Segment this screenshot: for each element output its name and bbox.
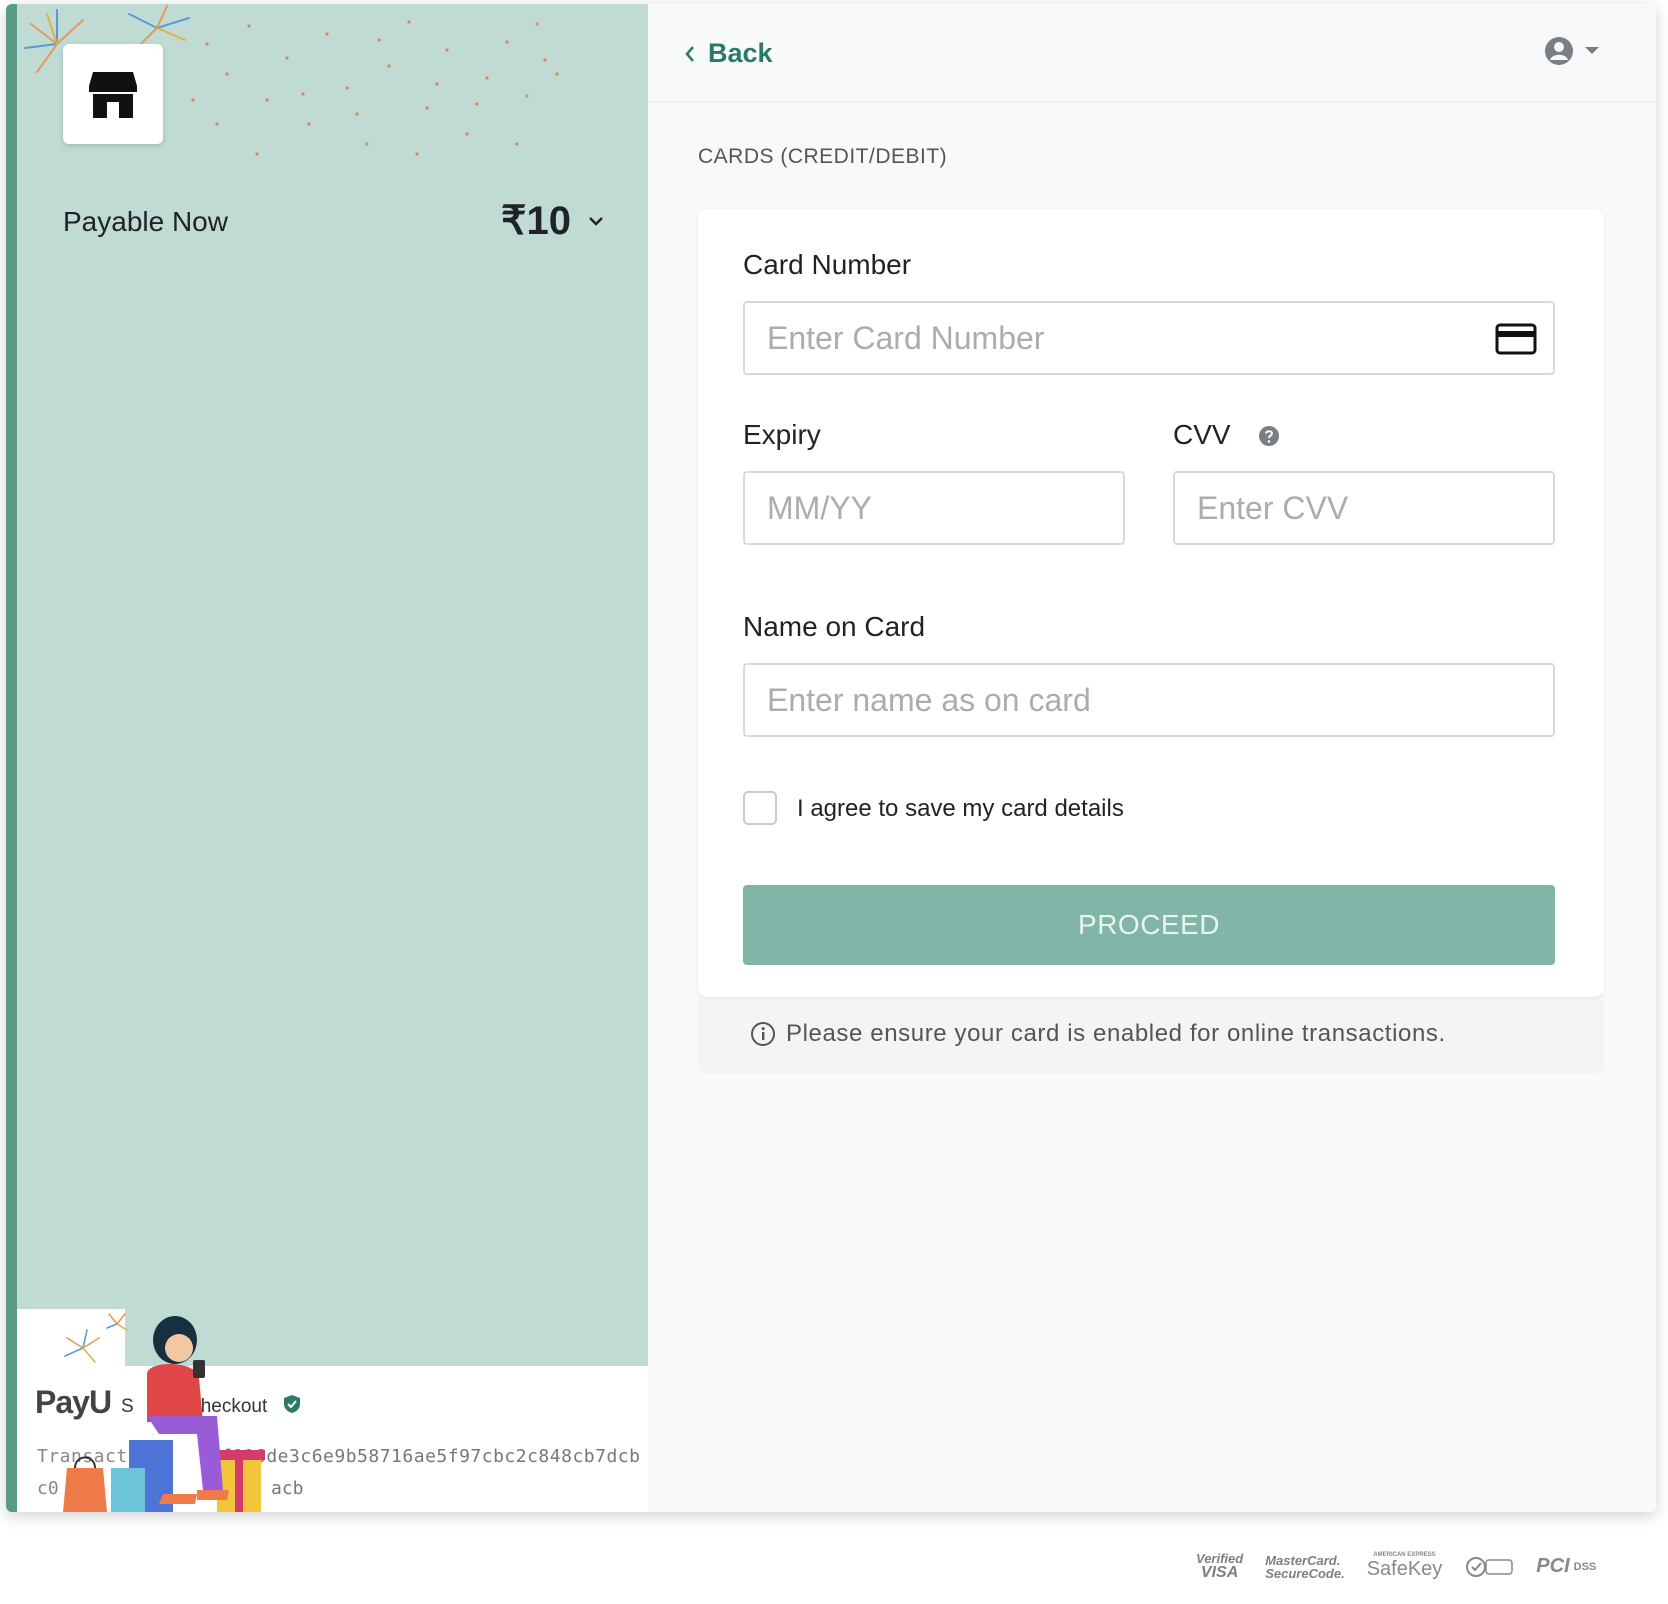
card-note: Please ensure your card is enabled for o… — [750, 1020, 1446, 1048]
back-button[interactable]: Back — [684, 38, 773, 69]
save-card-checkbox[interactable] — [743, 791, 777, 825]
cvv-label: CVV — [1173, 419, 1231, 450]
user-circle-icon — [1545, 37, 1573, 65]
amex-safekey-badge: AMERICAN EXPRESS SafeKey — [1367, 1552, 1443, 1581]
store-icon — [89, 72, 137, 118]
mc-line2: SecureCode. — [1265, 1565, 1345, 1581]
caret-down-icon — [1585, 47, 1599, 54]
payment-panel: Back CARDS (CREDIT/DEBIT) Card Number En… — [648, 4, 1656, 1512]
mastercard-securecode-badge: MasterCard. SecureCode. — [1265, 1554, 1344, 1580]
verified-by-visa-badge: Verified VISA — [1196, 1552, 1243, 1581]
name-on-card-label: Name on Card — [743, 611, 926, 642]
chevron-down-icon[interactable] — [587, 214, 605, 228]
card-number-input[interactable] — [765, 318, 1553, 358]
expiry-label: Expiry — [743, 419, 821, 450]
verified-shield-icon — [284, 1395, 300, 1413]
credit-card-icon — [1495, 323, 1537, 355]
proceed-button[interactable]: PROCEED — [743, 885, 1555, 965]
user-menu[interactable] — [1544, 36, 1600, 66]
help-icon[interactable] — [1258, 425, 1280, 447]
back-label: Back — [708, 38, 773, 68]
save-card-label[interactable]: I agree to save my card details — [797, 795, 1124, 823]
expiry-input[interactable] — [765, 488, 1123, 528]
cvv-input[interactable] — [1195, 488, 1553, 528]
payable-amount: ₹10 — [501, 199, 571, 243]
security-badges: Verified VISA MasterCard. SecureCode. AM… — [1196, 1552, 1596, 1581]
order-summary-panel: Payable Now ₹10 PayU S Checkout Transact… — [6, 4, 648, 1512]
merchant-logo — [63, 44, 163, 144]
transaction-id: f016de3c6e9b58716ae5f97cbc2c848cb7dcb — [221, 1446, 641, 1467]
cvv-field[interactable] — [1173, 471, 1555, 545]
mc-line1: MasterCard. — [1265, 1552, 1341, 1568]
payable-label: Payable Now — [63, 206, 228, 237]
dss-label: DSS — [1573, 1560, 1597, 1573]
visa-line2: VISA — [1200, 1564, 1239, 1581]
pci-label: PCI — [1536, 1555, 1570, 1577]
card-note-text: Please ensure your card is enabled for o… — [786, 1020, 1446, 1047]
card-form: Card Number Expiry CVV Name o — [698, 209, 1604, 997]
card-number-label: Card Number — [743, 249, 912, 280]
shopping-girl-illustration — [63, 1313, 265, 1512]
section-title: CARDS (CREDIT/DEBIT) — [698, 145, 948, 168]
name-on-card-field[interactable] — [743, 663, 1555, 737]
card-number-field[interactable] — [743, 301, 1555, 375]
checkout-window: Payable Now ₹10 PayU S Checkout Transact… — [6, 4, 1656, 1512]
expiry-field[interactable] — [743, 471, 1125, 545]
top-bar: Back — [648, 4, 1656, 102]
info-icon — [751, 1022, 775, 1046]
norton-secured-icon — [1466, 1556, 1514, 1577]
pci-dss-badge: PCI DSS — [1536, 1555, 1596, 1578]
chevron-left-icon — [685, 45, 694, 62]
safekey-label: SafeKey — [1366, 1558, 1443, 1580]
name-on-card-input[interactable] — [765, 680, 1553, 720]
